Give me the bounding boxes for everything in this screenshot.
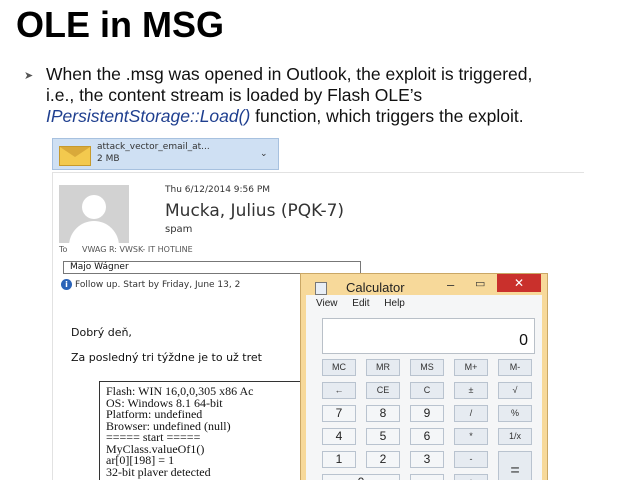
email-body-text: Za posledný tri týždne je to už tret <box>71 351 262 364</box>
calc-key[interactable]: MC <box>322 359 356 376</box>
menu-help[interactable]: Help <box>384 298 405 309</box>
to-label: To <box>59 245 68 254</box>
followup-text: Follow up. Start by Friday, June 13, 2 <box>75 280 241 290</box>
email-date: Thu 6/12/2014 9:56 PM <box>165 185 271 195</box>
calc-key[interactable]: - <box>454 451 488 468</box>
email-reading-pane: Thu 6/12/2014 9:56 PM Mucka, Julius (PQK… <box>52 172 584 480</box>
calc-key[interactable]: 3 <box>410 451 444 468</box>
bullet-method-name: IPersistentStorage::Load() <box>46 106 251 126</box>
calc-key[interactable]: MR <box>366 359 400 376</box>
calc-key[interactable]: / <box>454 405 488 422</box>
attachment-size: 2 MB <box>97 154 120 164</box>
calc-key[interactable]: 9 <box>410 405 444 422</box>
to-recipient[interactable]: VWAG R: VWSK- IT HOTLINE <box>82 245 193 254</box>
bullet-marker-icon: ➤ <box>24 70 34 82</box>
info-icon: i <box>61 279 72 290</box>
calculator-title: Calculator <box>346 280 405 295</box>
slide-bullet: ➤ When the .msg was opened in Outlook, t… <box>24 64 604 127</box>
calculator-window: Calculator – ▭ ✕ View Edit Help 0 MC MR MS… <box>300 273 548 480</box>
calc-key[interactable]: * <box>454 428 488 445</box>
calc-key[interactable]: 4 <box>322 428 356 445</box>
calc-key[interactable]: % <box>498 405 532 422</box>
menu-edit[interactable]: Edit <box>352 298 369 309</box>
email-greeting: Dobrý deň, <box>71 326 132 339</box>
calc-key[interactable]: 7 <box>322 405 356 422</box>
bullet-line-1: When the .msg was opened in Outlook, the… <box>46 64 533 84</box>
calc-key[interactable]: ± <box>454 382 488 399</box>
calc-key[interactable]: + <box>454 474 488 480</box>
calc-key[interactable]: = <box>498 451 532 480</box>
maximize-icon[interactable]: ▭ <box>475 277 485 290</box>
envelope-icon <box>59 146 91 166</box>
avatar-body <box>69 221 119 243</box>
calc-key[interactable]: √ <box>498 382 532 399</box>
calc-key[interactable]: C <box>410 382 444 399</box>
calc-key[interactable]: CE <box>366 382 400 399</box>
calc-key[interactable]: . <box>410 474 444 480</box>
followup-banner: i Follow up. Start by Friday, June 13, 2 <box>61 279 240 290</box>
calc-key[interactable]: 0 <box>322 474 400 480</box>
chevron-down-icon[interactable]: ⌄ <box>260 148 268 159</box>
calc-key[interactable]: 1 <box>322 451 356 468</box>
calc-key[interactable]: 2 <box>366 451 400 468</box>
bullet-line-3: function, which triggers the exploit. <box>250 106 524 126</box>
calc-key[interactable]: ← <box>322 382 356 399</box>
slide-title: OLE in MSG <box>16 4 225 45</box>
minimize-icon[interactable]: – <box>447 277 454 292</box>
calc-key[interactable]: MS <box>410 359 444 376</box>
menu-view[interactable]: View <box>316 298 338 309</box>
outlook-screenshot: attack_vector_email_at... 2 MB ⌄ Thu 6/1… <box>52 138 584 480</box>
display-value: 0 <box>519 332 528 349</box>
attachment-name: attack_vector_email_at... <box>97 142 210 152</box>
attachment-chip[interactable]: attack_vector_email_at... 2 MB ⌄ <box>52 138 279 170</box>
bullet-line-2: i.e., the content stream is loaded by Fl… <box>46 85 423 105</box>
calculator-app-icon <box>315 282 327 295</box>
calc-key[interactable]: 5 <box>366 428 400 445</box>
calc-key[interactable]: 8 <box>366 405 400 422</box>
calculator-display: 0 <box>322 318 535 354</box>
calc-key[interactable]: 6 <box>410 428 444 445</box>
avatar-head <box>82 195 106 219</box>
email-sender[interactable]: Mucka, Julius (PQK-7) <box>165 201 344 221</box>
avatar <box>59 185 129 243</box>
calculator-body: View Edit Help 0 MC MR MS M+ M- ← CE C ± √ 7 8 9 /% 4 5… <box>306 295 542 480</box>
close-icon[interactable]: ✕ <box>497 274 541 292</box>
calc-key[interactable]: 1/x <box>498 428 532 445</box>
email-subject: spam <box>165 224 193 235</box>
email-to-line: To VWAG R: VWSK- IT HOTLINE <box>59 245 193 254</box>
calculator-menu-bar: View Edit Help <box>316 298 417 309</box>
calc-key[interactable]: M- <box>498 359 532 376</box>
calc-key[interactable]: M+ <box>454 359 488 376</box>
